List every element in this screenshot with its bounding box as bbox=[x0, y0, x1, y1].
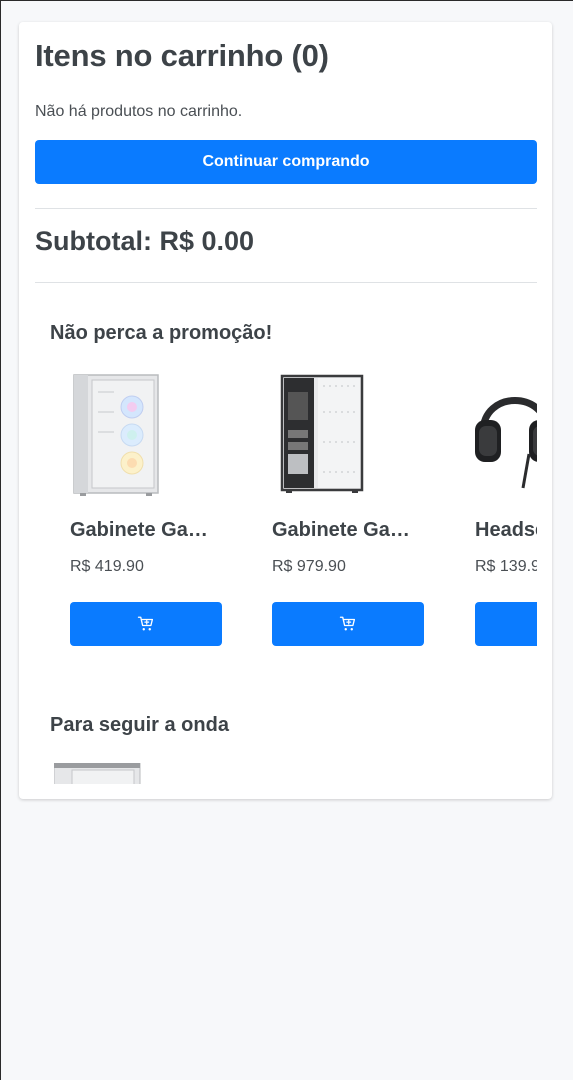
pc-case-icon bbox=[54, 763, 141, 784]
cart-card: Itens no carrinho (0) Não há produtos no… bbox=[19, 22, 552, 799]
white-pc-case-icon[interactable] bbox=[272, 372, 372, 497]
add-to-cart-button[interactable] bbox=[70, 602, 222, 646]
subtotal: Subtotal: R$ 0.00 bbox=[35, 226, 254, 257]
add-to-cart-icon bbox=[339, 616, 356, 631]
empty-cart-message: Não há produtos no carrinho. bbox=[35, 103, 243, 120]
product-price: R$ 419.90 bbox=[70, 558, 144, 575]
product-name[interactable]: Gabinete Gamer Corsair 7000D Airflow bbox=[272, 519, 424, 542]
product-price: R$ 139.90 bbox=[475, 558, 537, 575]
product-image[interactable] bbox=[54, 763, 144, 784]
wave-section-title: Para seguir a onda bbox=[50, 714, 229, 736]
subtotal-label: Subtotal: bbox=[35, 226, 152, 256]
promo-carousel: Gabinete Gamer Corsair iCUE 4000X RGB R$… bbox=[35, 372, 537, 662]
white-pc-case-rgb-icon[interactable] bbox=[70, 372, 170, 497]
divider bbox=[35, 208, 537, 209]
subtotal-value: R$ 0.00 bbox=[159, 226, 255, 256]
product-name[interactable]: Headset Gamer bbox=[475, 519, 537, 542]
product-price: R$ 979.90 bbox=[272, 558, 346, 575]
divider bbox=[35, 282, 537, 283]
continue-shopping-button[interactable]: Continuar comprando bbox=[35, 140, 537, 184]
cart-title: Itens no carrinho (0) bbox=[35, 38, 329, 73]
headset-icon[interactable] bbox=[475, 372, 537, 497]
add-to-cart-button[interactable] bbox=[272, 602, 424, 646]
add-to-cart-button[interactable] bbox=[475, 602, 537, 646]
promo-section-title: Não perca a promoção! bbox=[50, 322, 273, 344]
product-name[interactable]: Gabinete Gamer Corsair iCUE 4000X RGB bbox=[70, 519, 222, 542]
add-to-cart-icon bbox=[137, 616, 154, 631]
